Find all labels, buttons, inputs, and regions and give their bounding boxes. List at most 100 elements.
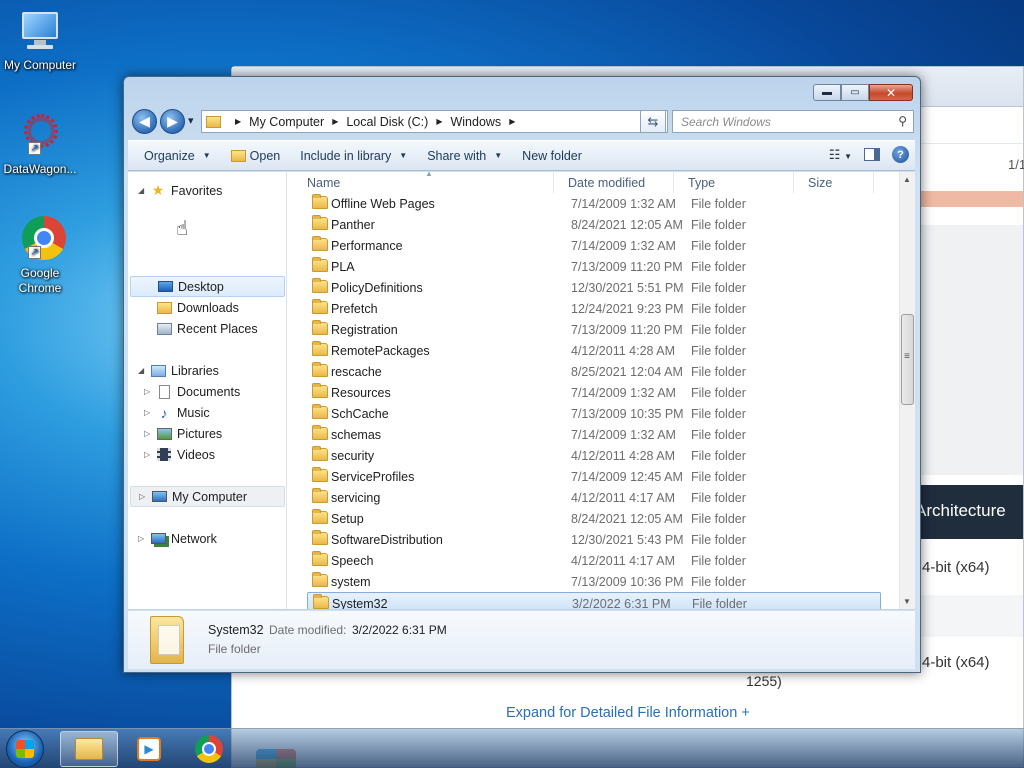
new-folder-button[interactable]: New folder	[512, 141, 592, 170]
file-name: rescache	[331, 365, 382, 379]
file-row[interactable]: Resources 7/14/2009 1:32 AM File folder	[307, 382, 881, 403]
file-row[interactable]: Panther 8/24/2021 12:05 AM File folder	[307, 214, 881, 235]
navigation-pane[interactable]: ◢ ★ Favorites Desktop Downloads Recent P…	[128, 172, 287, 609]
back-button[interactable]: ◀	[132, 109, 157, 134]
open-button[interactable]: Open	[221, 141, 291, 170]
include-in-library-button[interactable]: Include in library ▼	[290, 141, 417, 170]
recent-pages-button[interactable]: ▾	[188, 114, 194, 127]
forward-button[interactable]: ▶	[160, 109, 185, 134]
nav-music[interactable]: ▷ ♪ Music	[144, 402, 210, 423]
scroll-down-arrow-icon[interactable]: ▼	[903, 597, 911, 606]
file-type: File folder	[691, 533, 746, 547]
file-row[interactable]: system 7/13/2009 10:36 PM File folder	[307, 571, 881, 592]
scroll-up-arrow-icon[interactable]: ▲	[903, 175, 911, 184]
file-name: Offline Web Pages	[331, 197, 435, 211]
file-row[interactable]: ServiceProfiles 7/14/2009 12:45 AM File fo…	[307, 466, 881, 487]
nav-favorites[interactable]: ◢ ★ Favorites	[138, 180, 222, 201]
nav-desktop[interactable]: Desktop	[130, 276, 285, 297]
nav-documents-label: Documents	[177, 384, 241, 399]
organize-button[interactable]: Organize ▼	[128, 141, 221, 170]
column-divider[interactable]	[793, 172, 794, 193]
file-name: Panther	[331, 218, 375, 232]
details-pane: System32 Date modified: 3/2/2022 6:31 PM…	[128, 611, 915, 669]
nav-documents[interactable]: ▷ Documents	[144, 381, 240, 402]
taskbar-explorer-button[interactable]	[60, 731, 118, 767]
nav-videos[interactable]: ▷ Videos	[144, 444, 215, 465]
expand-triangle-icon[interactable]: ▷	[144, 408, 156, 417]
collapse-triangle-icon[interactable]: ◢	[138, 366, 150, 375]
help-icon[interactable]: ?	[892, 146, 909, 163]
file-row[interactable]: RemotePackages 4/12/2011 4:28 AM File fold…	[307, 340, 881, 361]
file-row[interactable]: Prefetch 12/24/2021 9:23 PM File folder	[307, 298, 881, 319]
file-date: 7/14/2009 1:32 AM	[571, 239, 676, 253]
expand-triangle-icon[interactable]: ▷	[144, 429, 156, 438]
change-view-icon[interactable]: ☷ ▼	[829, 147, 852, 163]
minimize-button[interactable]: ▬	[813, 84, 841, 101]
breadcrumb-my-computer[interactable]: My Computer	[249, 115, 324, 129]
scroll-thumb[interactable]	[901, 314, 914, 405]
collapse-triangle-icon[interactable]: ◢	[138, 186, 150, 195]
file-row[interactable]: Performance 7/14/2009 1:32 AM File folder	[307, 235, 881, 256]
file-row[interactable]: Speech 4/12/2011 4:17 AM File folder	[307, 550, 881, 571]
search-icon[interactable]: ⚲	[898, 114, 907, 128]
column-divider[interactable]	[873, 172, 874, 193]
nav-my-computer[interactable]: ▷ My Computer	[130, 486, 285, 507]
preview-pane-icon[interactable]	[864, 148, 880, 161]
file-row[interactable]: schemas 7/14/2009 1:32 AM File folder	[307, 424, 881, 445]
hand-cursor-icon: ☝	[176, 218, 189, 240]
organize-label: Organize	[144, 148, 195, 163]
chrome-icon: ↗	[16, 216, 66, 264]
folder-icon	[312, 467, 328, 482]
file-row[interactable]: SoftwareDistribution 12/30/2021 5:43 PM Fi…	[307, 529, 881, 550]
expand-file-info-link[interactable]: Expand for Detailed File Information +	[506, 705, 750, 721]
address-bar[interactable]: ▶ My Computer ▶ Local Disk (C:) ▶ Window…	[201, 110, 668, 133]
vertical-scrollbar[interactable]: ▲ ▼	[899, 172, 915, 609]
file-name: schemas	[331, 428, 382, 442]
nav-pictures[interactable]: ▷ Pictures	[144, 423, 222, 444]
expand-triangle-icon[interactable]: ▷	[139, 492, 151, 501]
file-date: 4/12/2011 4:17 AM	[571, 491, 676, 505]
file-list[interactable]: Name ▲ Date modified Type Size Offline W…	[295, 172, 899, 609]
file-name: ServiceProfiles	[331, 470, 415, 484]
file-row[interactable]: SchCache 7/13/2009 10:35 PM File folder	[307, 403, 881, 424]
share-with-button[interactable]: Share with ▼	[417, 141, 512, 170]
column-divider[interactable]	[553, 172, 554, 193]
file-row[interactable]: PLA 7/13/2009 11:20 PM File folder	[307, 256, 881, 277]
desktop-icon-chrome[interactable]: ↗ Google Chrome	[0, 216, 80, 296]
breadcrumb-windows[interactable]: Windows	[450, 115, 501, 129]
nav-downloads[interactable]: Downloads	[156, 297, 239, 318]
file-row[interactable]: Registration 7/13/2009 11:20 PM File folde…	[307, 319, 881, 340]
file-row[interactable]: Offline Web Pages 7/14/2009 1:32 AM File f…	[307, 193, 881, 214]
search-input[interactable]: Search Windows ⚲	[672, 110, 914, 133]
breadcrumb-local-disk[interactable]: Local Disk (C:)	[346, 115, 428, 129]
nav-recent-places[interactable]: Recent Places	[156, 318, 258, 339]
refresh-button[interactable]: ⇆	[640, 110, 666, 133]
close-button[interactable]: ✕	[869, 84, 913, 101]
file-row[interactable]: PolicyDefinitions 12/30/2021 5:51 PM File …	[307, 277, 881, 298]
desktop-icon-my-computer[interactable]: My Computer	[0, 8, 80, 73]
expand-triangle-icon[interactable]: ▷	[144, 450, 156, 459]
nav-libraries[interactable]: ◢ Libraries	[138, 360, 219, 381]
nav-videos-label: Videos	[177, 447, 215, 462]
expand-triangle-icon[interactable]: ▷	[138, 534, 150, 543]
folder-icon	[312, 488, 328, 503]
folder-icon	[313, 594, 329, 609]
file-row[interactable]: System32 3/2/2022 6:31 PM File folder	[307, 592, 881, 609]
taskbar-media-player-button[interactable]: ▶	[120, 731, 178, 767]
desktop-icon-datawagon[interactable]: ↗ DataWagon...	[0, 112, 80, 177]
explorer-window[interactable]: ▬ ▭ ✕ ◀ ▶ ▾ ▶ My Computer ▶ Local Disk (…	[123, 76, 921, 673]
file-row[interactable]: rescache 8/25/2021 12:04 AM File folder	[307, 361, 881, 382]
taskbar-chrome-button[interactable]	[180, 731, 238, 767]
file-row[interactable]: Setup 8/24/2021 12:05 AM File folder	[307, 508, 881, 529]
file-name: PolicyDefinitions	[331, 281, 423, 295]
start-button[interactable]	[6, 730, 44, 768]
file-type: File folder	[691, 470, 746, 484]
expand-triangle-icon[interactable]: ▷	[144, 387, 156, 396]
file-row[interactable]: servicing 4/12/2011 4:17 AM File folder	[307, 487, 881, 508]
refresh-icon: ⇆	[647, 113, 659, 129]
nav-network[interactable]: ▷ Network	[138, 528, 217, 549]
column-divider[interactable]	[673, 172, 674, 193]
chevron-down-icon: ▼	[202, 151, 211, 160]
file-row[interactable]: security 4/12/2011 4:28 AM File folder	[307, 445, 881, 466]
maximize-button[interactable]: ▭	[841, 84, 869, 101]
